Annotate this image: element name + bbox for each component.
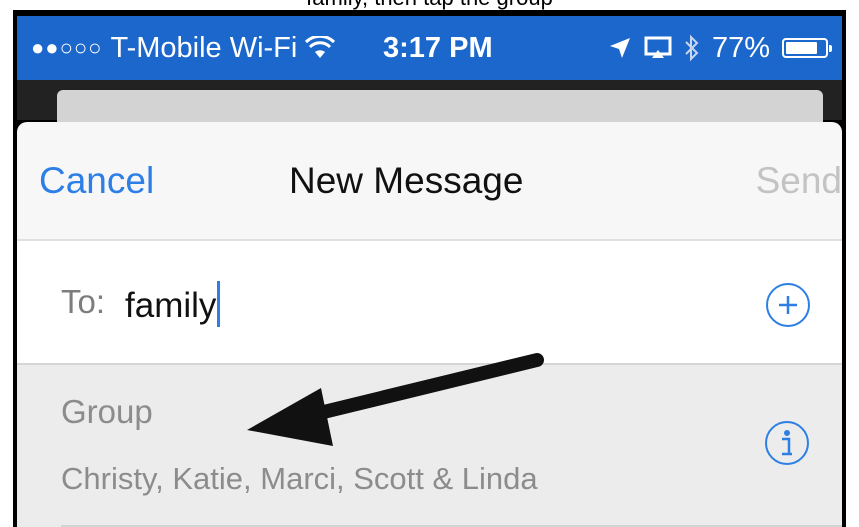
battery-icon: [782, 38, 832, 58]
caption-text: family, then tap the group: [0, 0, 859, 10]
recipient-input[interactable]: family: [125, 281, 221, 327]
page-title: New Message: [289, 160, 524, 201]
battery-percent: 77%: [711, 31, 770, 64]
text-cursor: [217, 281, 221, 327]
airplay-icon: [644, 36, 672, 58]
plus-circle-icon: [779, 296, 797, 314]
signal-dots-icon: ●●○○○: [31, 35, 103, 60]
status-left: ●●○○○ T-Mobile Wi-Fi: [31, 16, 336, 80]
location-icon: [609, 38, 630, 58]
carrier-label: T-Mobile Wi-Fi: [110, 31, 298, 64]
status-time: 3:17 PM: [383, 31, 493, 64]
cancel-button[interactable]: Cancel: [39, 160, 154, 202]
phone-screen: ●●○○○ T-Mobile Wi-Fi 3:17 PM 77% Cancel …: [13, 10, 846, 527]
status-right: 77%: [608, 16, 832, 80]
new-message-sheet: Cancel New Message Send To: family Group…: [17, 122, 842, 527]
to-label: To:: [61, 283, 106, 320]
add-contact-button[interactable]: [766, 283, 810, 327]
wifi-icon: [305, 36, 336, 58]
group-members: Christy, Katie, Marci, Scott & Linda: [61, 461, 538, 496]
info-circle-icon: [782, 430, 792, 456]
recipient-text: family: [125, 286, 217, 325]
nav-bar: Cancel New Message Send: [17, 122, 842, 241]
status-bar: ●●○○○ T-Mobile Wi-Fi 3:17 PM 77%: [17, 16, 842, 80]
arrow-annotation-icon: [247, 353, 544, 446]
group-title: Group: [61, 393, 153, 430]
bluetooth-icon: [685, 34, 699, 62]
group-info-button[interactable]: [765, 421, 809, 465]
send-button[interactable]: Send: [756, 160, 842, 202]
